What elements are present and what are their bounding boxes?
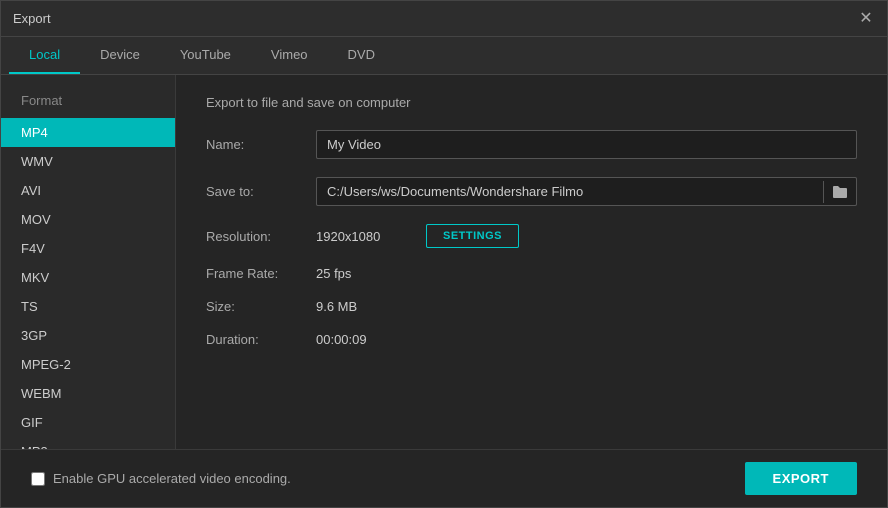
name-row: Name: xyxy=(206,130,857,159)
export-window: Export ✕ Local Device YouTube Vimeo DVD … xyxy=(0,0,888,508)
title-bar: Export ✕ xyxy=(1,1,887,37)
section-title: Export to file and save on computer xyxy=(206,95,857,110)
resolution-label: Resolution: xyxy=(206,229,316,244)
resolution-value: 1920x1080 xyxy=(316,229,406,244)
gpu-label: Enable GPU accelerated video encoding. xyxy=(53,471,291,486)
saveto-label: Save to: xyxy=(206,184,316,199)
format-gif[interactable]: GIF xyxy=(1,408,175,437)
duration-label: Duration: xyxy=(206,332,316,347)
format-avi[interactable]: AVI xyxy=(1,176,175,205)
settings-button[interactable]: SETTINGS xyxy=(426,224,519,248)
framerate-value: 25 fps xyxy=(316,266,351,281)
framerate-row: Frame Rate: 25 fps xyxy=(206,266,857,281)
bottom-bar: Enable GPU accelerated video encoding. E… xyxy=(1,449,887,507)
folder-icon xyxy=(832,185,848,199)
export-button[interactable]: EXPORT xyxy=(745,462,857,495)
duration-row: Duration: 00:00:09 xyxy=(206,332,857,347)
saveto-container: C:/Users/ws/Documents/Wondershare Filmo xyxy=(316,177,857,206)
format-ts[interactable]: TS xyxy=(1,292,175,321)
size-label: Size: xyxy=(206,299,316,314)
size-value: 9.6 MB xyxy=(316,299,357,314)
format-sidebar: Format MP4 WMV AVI MOV F4V MKV TS 3GP MP… xyxy=(1,75,176,449)
tab-local[interactable]: Local xyxy=(9,37,80,74)
window-title: Export xyxy=(13,11,51,26)
tabs-container: Local Device YouTube Vimeo DVD xyxy=(1,37,887,75)
format-mkv[interactable]: MKV xyxy=(1,263,175,292)
main-panel: Export to file and save on computer Name… xyxy=(176,75,887,449)
tab-device[interactable]: Device xyxy=(80,37,160,74)
tab-dvd[interactable]: DVD xyxy=(328,37,395,74)
duration-value: 00:00:09 xyxy=(316,332,367,347)
close-button[interactable]: ✕ xyxy=(857,10,875,28)
size-row: Size: 9.6 MB xyxy=(206,299,857,314)
format-mpeg2[interactable]: MPEG-2 xyxy=(1,350,175,379)
tab-vimeo[interactable]: Vimeo xyxy=(251,37,328,74)
gpu-checkbox-label[interactable]: Enable GPU accelerated video encoding. xyxy=(31,471,291,486)
resolution-controls: 1920x1080 SETTINGS xyxy=(316,224,519,248)
format-f4v[interactable]: F4V xyxy=(1,234,175,263)
format-wmv[interactable]: WMV xyxy=(1,147,175,176)
format-mp3[interactable]: MP3 xyxy=(1,437,175,449)
name-input[interactable] xyxy=(316,130,857,159)
format-label: Format xyxy=(1,85,175,118)
format-3gp[interactable]: 3GP xyxy=(1,321,175,350)
name-label: Name: xyxy=(206,137,316,152)
format-mov[interactable]: MOV xyxy=(1,205,175,234)
framerate-label: Frame Rate: xyxy=(206,266,316,281)
resolution-row: Resolution: 1920x1080 SETTINGS xyxy=(206,224,857,248)
folder-browse-button[interactable] xyxy=(823,181,856,203)
gpu-checkbox[interactable] xyxy=(31,472,45,486)
content-area: Format MP4 WMV AVI MOV F4V MKV TS 3GP MP… xyxy=(1,75,887,449)
format-webm[interactable]: WEBM xyxy=(1,379,175,408)
saveto-value: C:/Users/ws/Documents/Wondershare Filmo xyxy=(317,178,823,205)
format-mp4[interactable]: MP4 xyxy=(1,118,175,147)
saveto-row: Save to: C:/Users/ws/Documents/Wondersha… xyxy=(206,177,857,206)
tab-youtube[interactable]: YouTube xyxy=(160,37,251,74)
